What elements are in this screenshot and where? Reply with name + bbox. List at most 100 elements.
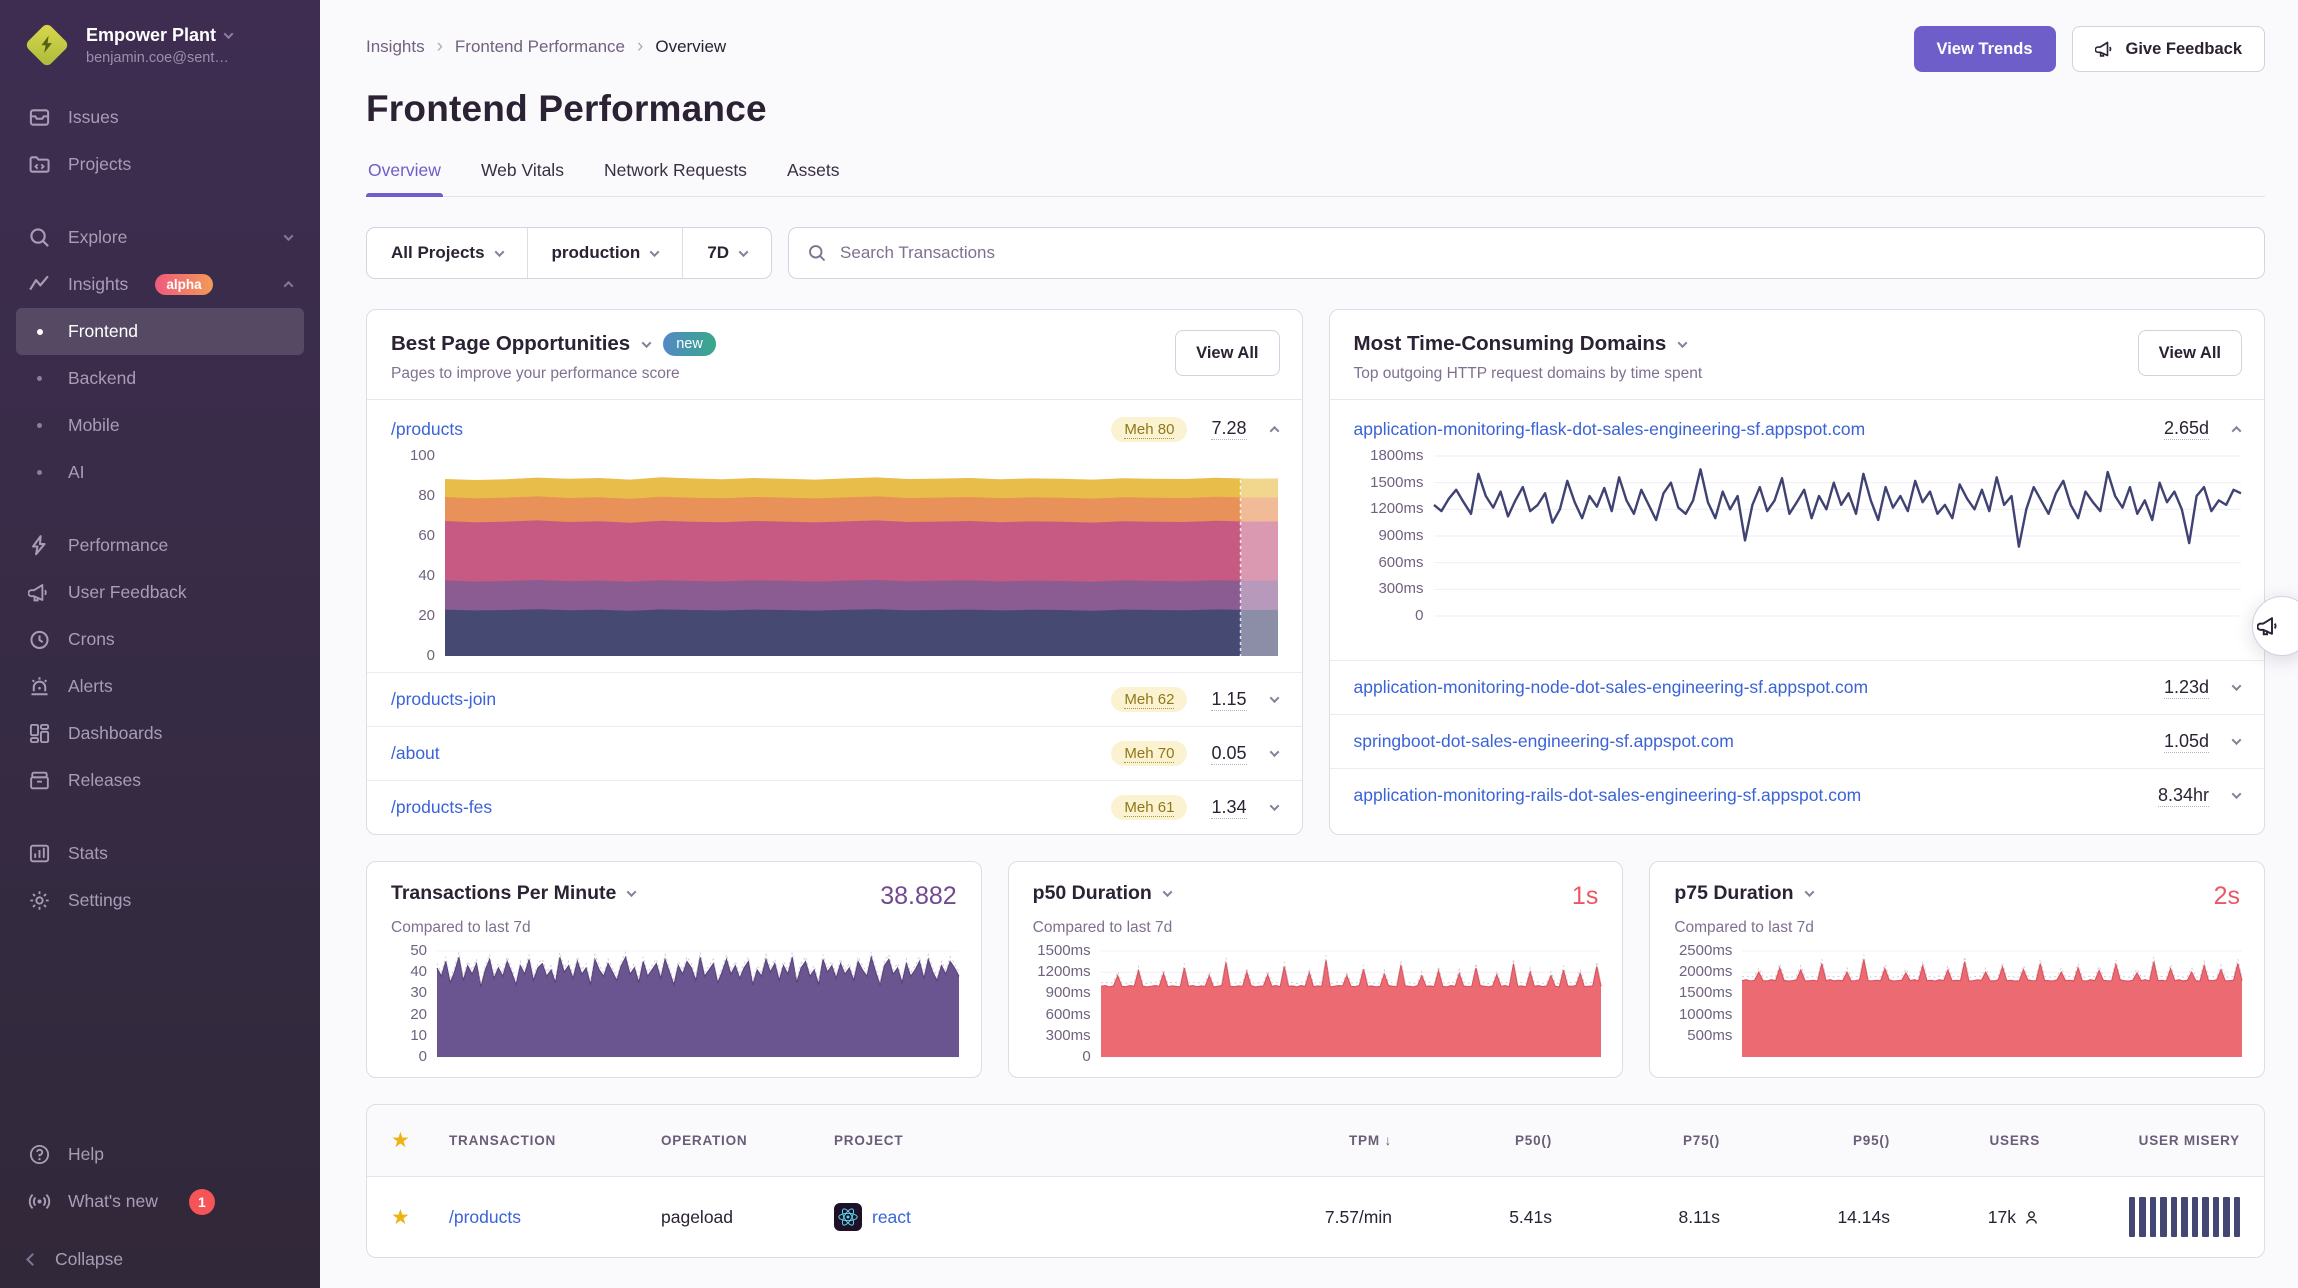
view-all-button[interactable]: View All <box>2138 330 2242 376</box>
transaction-link[interactable]: /products <box>449 1207 661 1228</box>
chevron-down-icon[interactable] <box>2232 735 2242 745</box>
column-p95[interactable]: P95() <box>1720 1133 1890 1148</box>
star-icon[interactable]: ★ <box>391 1128 449 1153</box>
sidebar-item-explore[interactable]: Explore <box>16 214 304 261</box>
sidebar-item-issues[interactable]: Issues <box>16 94 304 141</box>
y-axis-label: 300ms <box>1378 580 1423 597</box>
sidebar-item-label: User Feedback <box>68 582 187 603</box>
column-operation[interactable]: OPERATION <box>661 1133 834 1148</box>
sidebar-item-backend[interactable]: Backend <box>16 355 304 402</box>
breadcrumb-frontend-performance[interactable]: Frontend Performance <box>455 37 625 57</box>
environment-filter[interactable]: production <box>527 228 683 278</box>
page-link[interactable]: /products <box>391 419 463 440</box>
page-link[interactable]: /products-join <box>391 689 496 710</box>
lightning-icon <box>28 534 51 557</box>
column-p50[interactable]: P50() <box>1392 1133 1552 1148</box>
sidebar-item-dashboards[interactable]: Dashboards <box>16 710 304 757</box>
sidebar-item-projects[interactable]: Projects <box>16 141 304 188</box>
column-tpm-sorted[interactable]: TPM ↓ <box>1232 1133 1392 1148</box>
bar-chart-icon <box>28 842 51 865</box>
search-input[interactable] <box>840 243 2246 263</box>
y-axis-label: 20 <box>418 607 435 624</box>
chevron-up-icon[interactable] <box>1269 425 1279 435</box>
transactions-per-minute-card: Transactions Per Minute 38.882 Compared … <box>366 861 982 1078</box>
chevron-down-icon[interactable] <box>2232 681 2242 691</box>
score-badge: Meh 80 <box>1111 417 1187 442</box>
transactions-table: ★ TRANSACTION OPERATION PROJECT TPM ↓ P5… <box>366 1104 2265 1258</box>
sidebar-item-frontend[interactable]: Frontend <box>16 308 304 355</box>
time-spent-value[interactable]: 8.34hr <box>2158 785 2209 807</box>
give-feedback-button[interactable]: Give Feedback <box>2072 26 2265 72</box>
chevron-down-icon[interactable] <box>1804 887 1814 897</box>
chevron-down-icon <box>739 247 749 257</box>
column-p75[interactable]: P75() <box>1552 1133 1720 1148</box>
key-transaction-star-icon[interactable]: ★ <box>391 1205 449 1230</box>
domain-link[interactable]: application-monitoring-rails-dot-sales-e… <box>1354 785 1862 806</box>
chevron-down-icon[interactable] <box>1678 338 1688 348</box>
sidebar-item-ai[interactable]: AI <box>16 449 304 496</box>
tab-assets[interactable]: Assets <box>785 160 842 196</box>
column-users[interactable]: USERS <box>1890 1133 2040 1148</box>
sidebar-item-label: Backend <box>68 368 136 389</box>
domain-link[interactable]: application-monitoring-flask-dot-sales-e… <box>1354 419 1866 440</box>
domain-link[interactable]: springboot-dot-sales-engineering-sf.apps… <box>1354 731 1734 752</box>
chevron-down-icon[interactable] <box>1162 887 1172 897</box>
page-link[interactable]: /about <box>391 743 440 764</box>
project-link[interactable]: react <box>872 1207 911 1228</box>
alpha-badge: alpha <box>155 274 212 295</box>
view-trends-button[interactable]: View Trends <box>1914 26 2056 72</box>
chevron-down-icon[interactable] <box>642 338 652 348</box>
chevron-down-icon[interactable] <box>1269 693 1279 703</box>
chevron-down-icon[interactable] <box>1269 801 1279 811</box>
card-subtitle: Compared to last 7d <box>367 911 981 937</box>
insights-icon <box>28 273 51 296</box>
opportunity-value[interactable]: 0.05 <box>1211 743 1246 765</box>
column-transaction[interactable]: TRANSACTION <box>449 1133 661 1148</box>
chevron-down-icon[interactable] <box>2232 789 2242 799</box>
sidebar-item-label: AI <box>68 462 85 483</box>
chevron-down-icon[interactable] <box>1269 747 1279 757</box>
sidebar-item-crons[interactable]: Crons <box>16 616 304 663</box>
time-spent-value[interactable]: 1.05d <box>2164 731 2209 753</box>
sidebar-item-performance[interactable]: Performance <box>16 522 304 569</box>
domain-link[interactable]: application-monitoring-node-dot-sales-en… <box>1354 677 1869 698</box>
react-icon <box>834 1203 862 1231</box>
opportunity-value[interactable]: 1.15 <box>1211 689 1246 711</box>
sidebar-item-user-feedback[interactable]: User Feedback <box>16 569 304 616</box>
opportunity-value[interactable]: 7.28 <box>1211 418 1246 440</box>
org-switcher[interactable]: Empower Plant benjamin.coe@sent… <box>16 22 304 94</box>
time-spent-value[interactable]: 1.23d <box>2164 677 2209 699</box>
y-axis-label: 1800ms <box>1370 447 1423 464</box>
sidebar-item-help[interactable]: Help <box>16 1131 304 1178</box>
sidebar-item-label: Crons <box>68 629 115 650</box>
sidebar-item-settings[interactable]: Settings <box>16 877 304 924</box>
y-axis-label: 40 <box>410 963 427 980</box>
sidebar-item-mobile[interactable]: Mobile <box>16 402 304 449</box>
chevron-up-icon[interactable] <box>2232 425 2242 435</box>
score-badge: Meh 70 <box>1111 741 1187 766</box>
breadcrumb-insights[interactable]: Insights <box>366 37 425 57</box>
main-content: Insights › Frontend Performance › Overvi… <box>320 0 2298 1288</box>
tab-web-vitals[interactable]: Web Vitals <box>479 160 566 196</box>
tab-network-requests[interactable]: Network Requests <box>602 160 749 196</box>
sidebar-item-stats[interactable]: Stats <box>16 830 304 877</box>
tab-overview[interactable]: Overview <box>366 160 443 196</box>
column-user-misery[interactable]: USER MISERY <box>2040 1133 2240 1148</box>
chevron-down-icon[interactable] <box>627 887 637 897</box>
sidebar-item-label: Explore <box>68 227 127 248</box>
view-all-button[interactable]: View All <box>1175 330 1279 376</box>
sidebar-item-releases[interactable]: Releases <box>16 757 304 804</box>
sidebar-collapse[interactable]: Collapse <box>16 1249 304 1270</box>
y-axis-label: 20 <box>410 1006 427 1023</box>
project-filter[interactable]: All Projects <box>367 228 527 278</box>
whats-new-badge: 1 <box>189 1189 215 1215</box>
time-spent-value[interactable]: 2.65d <box>2164 418 2209 440</box>
date-range-filter[interactable]: 7D <box>682 228 771 278</box>
column-project[interactable]: PROJECT <box>834 1133 1232 1148</box>
opportunity-value[interactable]: 1.34 <box>1211 797 1246 819</box>
page-link[interactable]: /products-fes <box>391 797 492 818</box>
sidebar-item-whats-new[interactable]: What's new 1 <box>16 1178 304 1225</box>
y-axis-label: 1200ms <box>1370 500 1423 517</box>
sidebar-item-alerts[interactable]: Alerts <box>16 663 304 710</box>
sidebar-item-insights[interactable]: Insights alpha <box>16 261 304 308</box>
